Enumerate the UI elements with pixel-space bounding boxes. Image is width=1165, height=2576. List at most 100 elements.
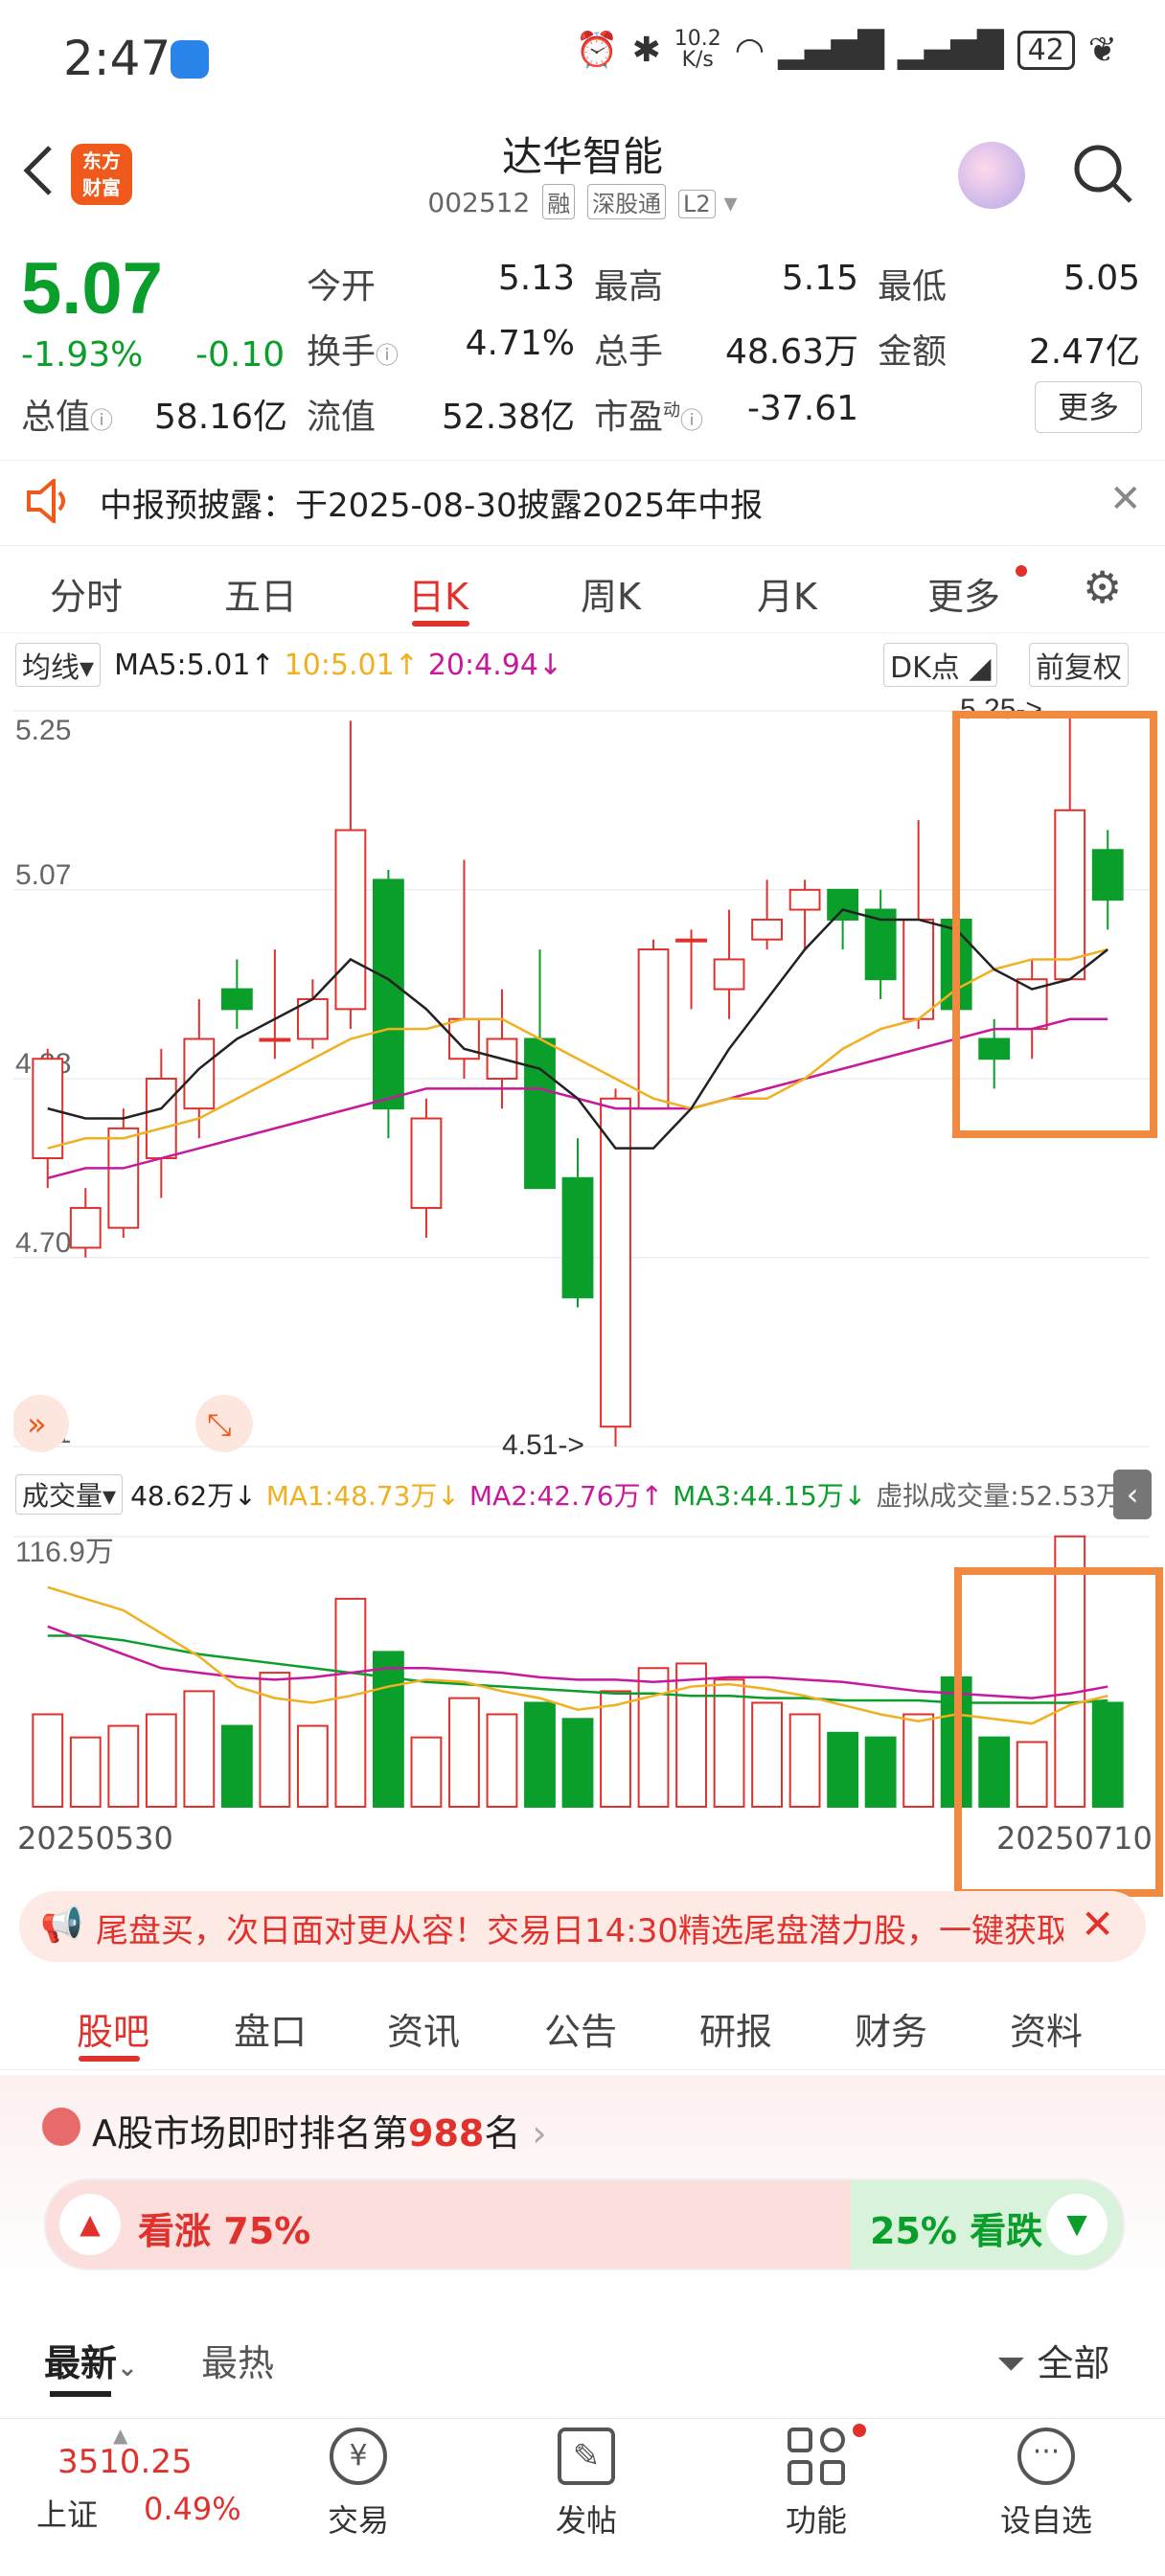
candle-body: [561, 1176, 594, 1299]
indicator-selector[interactable]: 成交量▾: [15, 1474, 124, 1515]
candle-body: [373, 878, 404, 1110]
volume-bar: [713, 1678, 745, 1808]
tab-research[interactable]: 研报: [699, 2002, 772, 2055]
leaf-icon: ❦: [1087, 30, 1117, 70]
candle-body: [902, 918, 935, 1020]
close-icon[interactable]: ✕: [1109, 477, 1142, 521]
pe-label: 市盈动ⓘ: [594, 398, 704, 437]
rank-text[interactable]: A股市场即时排名第988名 ›: [92, 2104, 547, 2156]
vote-up-icon[interactable]: ▲: [59, 2194, 121, 2255]
tab-weekly-k[interactable]: 周K: [581, 567, 641, 620]
wifi-icon: ◠: [734, 30, 765, 70]
volume-bar: [69, 1736, 102, 1808]
tab-daily-k[interactable]: 日K: [408, 567, 468, 620]
ma-selector[interactable]: 均线▾: [15, 643, 102, 687]
search-icon[interactable]: [1071, 142, 1134, 205]
vote-down-icon[interactable]: ▼: [1046, 2194, 1108, 2255]
tab-profile[interactable]: 资料: [1010, 2002, 1083, 2055]
volume-bar: [32, 1713, 64, 1809]
settings-gear-icon[interactable]: ⚙: [1083, 561, 1122, 613]
vol-ma1-text: MA1:48.73万↓: [265, 1480, 460, 1512]
volume-bar: [751, 1701, 783, 1808]
yen-icon: ¥: [330, 2428, 387, 2485]
megaphone-icon: 📢: [40, 1905, 83, 1945]
bluetooth-icon: ✱: [631, 30, 661, 70]
tab-intraday[interactable]: 分时: [50, 567, 123, 620]
y-tick-label: 5.25: [15, 715, 71, 746]
dk-point-button[interactable]: DK点 ◢: [883, 643, 998, 687]
volume-bar: [448, 1697, 480, 1809]
ma-legend: 均线▾ MA5:5.01↑ 10:5.01↑ 20:4.94↓ DK点 ◢ 前复…: [0, 640, 1165, 690]
more-quote-button[interactable]: 更多: [1035, 381, 1142, 433]
banner-close-icon[interactable]: ✕: [1081, 1901, 1114, 1948]
volume-bar: [334, 1597, 367, 1808]
volume-bar: [637, 1667, 670, 1808]
tab-finance[interactable]: 财务: [855, 2002, 927, 2055]
nav-functions[interactable]: 功能: [740, 2420, 893, 2564]
index-name: 上证: [36, 2496, 99, 2533]
y-tick-label: 5.07: [15, 859, 71, 891]
nav-trade[interactable]: ¥ 交易: [282, 2420, 435, 2564]
market-cap-label: 总值ⓘ: [21, 398, 114, 437]
vol-ma3-text: MA3:44.15万↓: [673, 1480, 867, 1512]
volume-bar: [827, 1731, 859, 1808]
double-chevron-icon: »: [27, 1405, 47, 1444]
tab-announcement[interactable]: 公告: [544, 2002, 617, 2055]
sentiment-vote-bar: ▲ 看涨 75% 25% 看跌 ▼: [44, 2178, 1125, 2270]
assistant-robot-icon[interactable]: [958, 142, 1025, 209]
nav-post[interactable]: ✎ 发帖: [510, 2420, 663, 2564]
grid-icon: [788, 2428, 845, 2485]
status-indicators: ⏰ ✱ 10.2 K/s ◠ ▂▄▆█ ▂▄▆█ 42 ❦: [576, 29, 1117, 71]
market-cap-value: 58.16亿: [153, 398, 287, 437]
app-notification-icon: [171, 40, 209, 79]
candle-body: [220, 988, 253, 1011]
volume-bar: [486, 1713, 518, 1809]
edit-icon: ✎: [558, 2428, 615, 2485]
volume-bar: [788, 1713, 821, 1809]
active-subtab-underline: [79, 2056, 140, 2062]
tab-monthly-k[interactable]: 月K: [757, 567, 817, 620]
turnover-label: 换手ⓘ: [307, 332, 400, 372]
vol-text: 48.62万↓: [130, 1480, 257, 1512]
tab-more[interactable]: 更多: [927, 567, 1000, 620]
tab-guba[interactable]: 股吧: [77, 2002, 149, 2055]
status-time: 2:47: [63, 31, 171, 86]
candle-body: [827, 888, 859, 921]
candle-body: [751, 918, 783, 941]
open-label: 今开: [307, 267, 377, 307]
ma10-text: 10:5.01↑: [284, 648, 419, 682]
index-value[interactable]: 3510.25: [57, 2443, 193, 2481]
volume-bar: [145, 1713, 177, 1809]
volume-bar: [259, 1672, 291, 1808]
filter-icon: ⏷: [996, 2342, 1026, 2384]
active-tab-underline: [412, 621, 469, 627]
nav-add-watchlist[interactable]: ··· 设自选: [970, 2420, 1123, 2564]
volume-legend: 成交量▾ 48.62万↓ MA1:48.73万↓ MA2:42.76万↑ MA3…: [0, 1470, 1165, 1519]
notice-text: 中报预披露：于2025-08-30披露2025年中报: [100, 487, 764, 525]
adjust-button[interactable]: 前复权: [1029, 643, 1129, 687]
filter-button[interactable]: ⏷ 全部: [996, 2334, 1110, 2386]
amount-value: 2.47亿: [1028, 332, 1140, 372]
sort-latest[interactable]: 最新⌄: [44, 2334, 138, 2386]
low-value: 5.05: [1062, 259, 1140, 298]
candle-body: [524, 1037, 556, 1190]
amount-label: 金额: [878, 332, 948, 372]
sort-hot[interactable]: 最热: [201, 2334, 274, 2386]
candle-body: [410, 1117, 443, 1209]
float-cap-label: 流值: [307, 398, 377, 437]
red-dot-badge: [1016, 565, 1027, 577]
chevron-down-icon[interactable]: ▾: [724, 187, 738, 218]
nav-badge-dot: [853, 2424, 866, 2437]
tab-news[interactable]: 资讯: [387, 2002, 460, 2055]
alarm-icon: ⏰: [575, 31, 619, 70]
tab-five-day[interactable]: 五日: [224, 567, 297, 620]
collapse-panel-icon[interactable]: ‹: [1113, 1470, 1152, 1519]
index-change: 0.49%: [144, 2491, 241, 2527]
ma20-text: 20:4.94↓: [427, 648, 563, 682]
vol-ma2-text: MA2:42.76万↑: [468, 1480, 664, 1512]
tab-pankou[interactable]: 盘口: [234, 2002, 307, 2055]
open-value: 5.13: [497, 259, 575, 298]
rank-icon: [42, 2108, 80, 2146]
tag-margin: 融: [542, 184, 576, 219]
signal-icon-2: ▂▄▆█: [897, 30, 1004, 70]
